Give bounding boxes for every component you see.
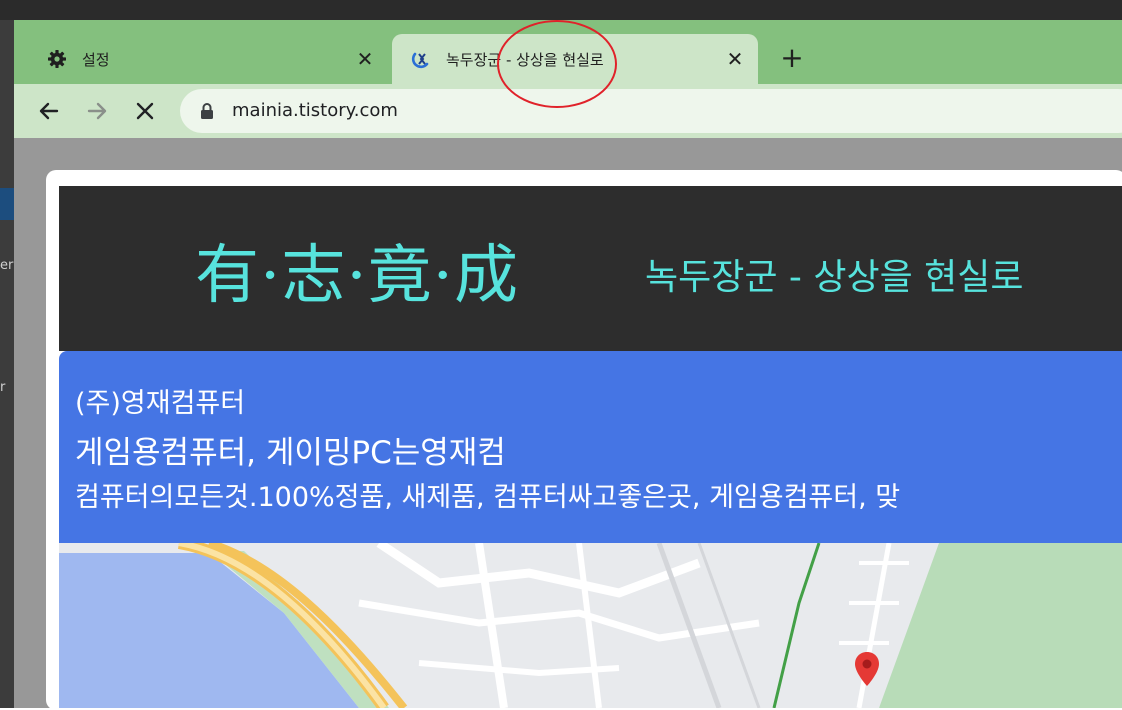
map-graphic — [59, 543, 1122, 708]
url-text: mainia.tistory.com — [232, 100, 398, 121]
forward-arrow-icon[interactable] — [82, 96, 112, 126]
stop-loading-icon[interactable] — [130, 96, 160, 126]
close-icon[interactable]: ✕ — [354, 47, 376, 71]
background-text-fragment: r — [0, 380, 6, 395]
background-text-fragment: er — [0, 258, 14, 273]
close-icon[interactable]: ✕ — [724, 47, 746, 71]
tab-settings[interactable]: 설정 ✕ — [28, 34, 388, 84]
tab-title: 설정 — [82, 50, 110, 69]
ad-company-name[interactable]: (주)영재컴퓨터 — [75, 381, 245, 420]
map-view[interactable] — [59, 543, 1122, 708]
site-header: 有·志·竟·成 녹두장군 - 상상을 현실로 — [59, 186, 1122, 351]
site-logo[interactable]: 有·志·竟·成 — [195, 224, 519, 316]
address-bar[interactable]: mainia.tistory.com — [180, 89, 1122, 133]
annotation-ellipse — [497, 20, 617, 108]
desktop-top-strip — [0, 0, 1122, 20]
ad-headline[interactable]: 게임용컴퓨터, 게이밍PC는영재컴 — [75, 427, 506, 472]
map-pin-icon[interactable] — [854, 651, 880, 691]
ad-banner[interactable]: (주)영재컴퓨터 게임용컴퓨터, 게이밍PC는영재컴 컴퓨터의모든것.100%정… — [59, 351, 1122, 543]
lock-icon[interactable] — [200, 102, 214, 124]
gear-icon — [46, 48, 68, 70]
site-favicon-icon — [410, 48, 432, 70]
background-window-highlight — [0, 188, 14, 220]
new-tab-button[interactable]: + — [778, 44, 806, 72]
back-arrow-icon[interactable] — [34, 96, 64, 126]
ad-description[interactable]: 컴퓨터의모든것.100%정품, 새제품, 컴퓨터싸고좋은곳, 게임용컴퓨터, 맞 — [75, 475, 900, 514]
site-title[interactable]: 녹두장군 - 상상을 현실로 — [645, 248, 1024, 300]
